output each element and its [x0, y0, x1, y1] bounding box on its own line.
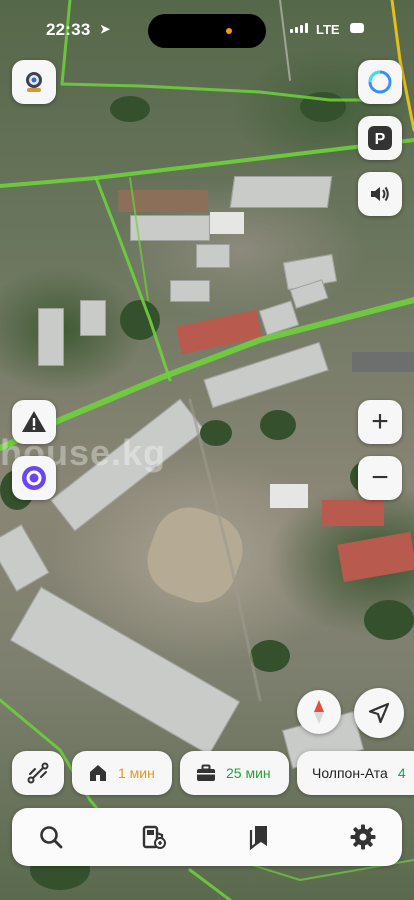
network-type: LTE	[316, 22, 340, 37]
battery-icon	[350, 23, 364, 33]
alice-ring-icon	[368, 70, 392, 94]
zoom-out-button[interactable]: −	[358, 456, 402, 500]
destination-shortcut[interactable]: Чолпон-Ата 4	[297, 751, 414, 795]
destination-eta: 4	[397, 765, 406, 781]
profile-button[interactable]	[12, 60, 56, 104]
settings-icon	[350, 824, 376, 850]
work-shortcut[interactable]: 25 мин	[180, 751, 289, 795]
alice-icon	[22, 466, 46, 490]
warning-triangle-icon	[22, 411, 46, 432]
minus-icon: −	[371, 461, 389, 494]
bottom-navigation	[12, 808, 402, 866]
gas-station-icon	[142, 825, 166, 849]
briefcase-icon	[197, 764, 215, 781]
sound-button[interactable]	[358, 172, 402, 216]
compass-icon	[314, 700, 324, 724]
work-eta: 25 мин	[226, 765, 271, 781]
report-incident-button[interactable]	[12, 400, 56, 444]
compass-button[interactable]	[297, 690, 341, 734]
settings-tab[interactable]	[348, 822, 378, 852]
parking-icon: P	[368, 126, 392, 150]
home-shortcut[interactable]: 1 мин	[72, 751, 172, 795]
home-icon	[90, 765, 106, 781]
avatar-icon	[26, 72, 42, 92]
alice-voice-button-top[interactable]	[358, 60, 402, 104]
destination-name: Чолпон-Ата	[312, 765, 388, 781]
alice-assistant-button[interactable]	[12, 456, 56, 500]
status-time: 22:33	[46, 20, 91, 39]
search-icon	[40, 826, 63, 849]
status-bar: 22:33 ➤ LTE	[0, 0, 414, 56]
search-tab[interactable]	[36, 822, 66, 852]
route-icon	[27, 762, 49, 784]
dynamic-island	[148, 14, 266, 48]
bookmarks-icon	[249, 826, 267, 850]
signal-bars-icon	[290, 23, 308, 33]
zoom-in-button[interactable]: +	[358, 400, 402, 444]
route-button[interactable]	[12, 751, 64, 795]
speaker-icon	[371, 186, 389, 202]
bookmarks-tab[interactable]	[244, 822, 274, 852]
my-location-button[interactable]	[354, 688, 404, 738]
gas-station-tab[interactable]	[140, 822, 170, 852]
location-arrow-icon: ➤	[100, 22, 111, 36]
plus-icon: +	[371, 405, 389, 438]
privacy-dot-icon	[226, 28, 232, 34]
svg-text:P: P	[375, 131, 386, 148]
home-eta: 1 мин	[118, 765, 155, 781]
location-arrow-icon	[368, 702, 390, 724]
parking-button[interactable]: P	[358, 116, 402, 160]
